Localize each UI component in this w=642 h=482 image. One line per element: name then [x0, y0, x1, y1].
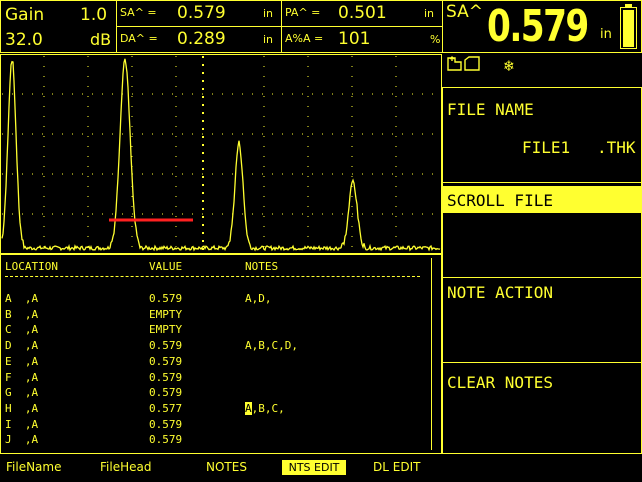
pa-unit: in — [424, 7, 435, 20]
table-row[interactable]: E ,A 0.579 — [1, 355, 421, 370]
file-name-panel[interactable]: FILE NAME FILE1 .THK — [442, 87, 642, 183]
file-name-value: FILE1 — [522, 138, 571, 157]
gain-panel[interactable]: Gain 1.0 32.0 dB — [0, 0, 117, 53]
sa-value: 0.579 — [177, 3, 226, 23]
table-row[interactable]: J ,A 0.579 — [1, 433, 421, 448]
row-location: I ,A — [5, 417, 39, 431]
sa-unit: in — [263, 7, 274, 20]
table-row[interactable]: G ,A 0.579 — [1, 386, 421, 401]
menu-file-name[interactable]: FileName — [6, 460, 61, 474]
big-unit: in — [600, 27, 612, 42]
pa-value: 0.501 — [338, 3, 387, 23]
text-cursor: A — [245, 401, 252, 415]
table-row[interactable]: H ,A 0.577 A,B,C, — [1, 401, 421, 417]
menu-nts-edit[interactable]: NTS EDIT — [282, 460, 346, 475]
row-value: EMPTY — [149, 323, 183, 337]
da-label: DA^ = — [120, 32, 158, 45]
note-action-button[interactable]: NOTE ACTION — [442, 277, 642, 363]
note-action-label: NOTE ACTION — [447, 283, 553, 302]
sa-readout[interactable]: SA^ = 0.579 in — [116, 0, 282, 27]
da-value: 0.289 — [177, 29, 226, 49]
col-location-header: LOCATION — [5, 260, 58, 273]
big-label: SA^ — [446, 2, 483, 22]
notes-table[interactable]: LOCATION VALUE NOTES A ,A 0.579 A,D, B ,A EM… — [0, 254, 442, 454]
gain-unit: dB — [90, 30, 112, 49]
row-notes: A,B,C,D, — [245, 339, 298, 353]
gain-label: Gain — [5, 5, 45, 25]
file-extension: .THK — [597, 138, 636, 157]
table-row[interactable]: I ,A 0.579 — [1, 418, 421, 433]
big-value: 0.579 — [487, 1, 589, 52]
row-location: H ,A — [5, 401, 39, 415]
row-notes: A,D, — [245, 292, 272, 305]
pa-readout[interactable]: PA^ = 0.501 in — [281, 0, 443, 27]
file-name-label: FILE NAME — [447, 100, 534, 119]
row-notes-text: ,B,C, — [251, 401, 285, 415]
scroll-file-label: SCROLL FILE — [447, 191, 553, 210]
sa-label: SA^ = — [120, 6, 157, 19]
header-divider — [5, 276, 420, 277]
aa-readout[interactable]: A%A = 101 % — [281, 26, 443, 53]
pa-label: PA^ = — [285, 6, 321, 19]
table-scrollbar[interactable] — [431, 258, 432, 450]
scroll-file-button[interactable]: SCROLL FILE — [442, 182, 642, 278]
row-location: G ,A — [5, 386, 39, 400]
aa-unit: % — [430, 33, 441, 46]
table-row[interactable]: D ,A 0.579 A,B,C,D, — [1, 339, 421, 354]
row-location: C ,A — [5, 323, 39, 337]
row-value: 0.577 — [149, 401, 183, 415]
row-location: B ,A — [5, 307, 39, 321]
file-icon — [447, 56, 481, 76]
row-value: 0.579 — [149, 339, 183, 353]
aa-value: 101 — [338, 29, 371, 49]
big-readout: SA^ 0.579 in — [442, 0, 642, 53]
da-readout[interactable]: DA^ = 0.289 in — [116, 26, 282, 53]
row-location: D ,A — [5, 339, 39, 353]
row-value: 0.579 — [149, 292, 183, 305]
row-value: 0.579 — [149, 354, 183, 368]
row-value: 0.579 — [149, 386, 183, 400]
row-value: 0.579 — [149, 417, 183, 431]
col-notes-header: NOTES — [245, 260, 279, 273]
row-location: A ,A — [5, 292, 39, 305]
table-row[interactable]: B ,A EMPTY — [1, 308, 421, 323]
row-notes[interactable]: A,B,C, — [245, 401, 285, 415]
da-unit: in — [263, 33, 274, 46]
row-location: E ,A — [5, 354, 39, 368]
table-row[interactable]: F ,A 0.579 — [1, 371, 421, 386]
ascan-display[interactable] — [0, 54, 442, 254]
menu-dl-edit[interactable]: DL EDIT — [373, 460, 420, 474]
row-location: J ,A — [5, 433, 39, 447]
row-location: F ,A — [5, 370, 39, 384]
table-row[interactable]: A ,A 0.579 A,D, — [1, 292, 421, 307]
menu-notes[interactable]: NOTES — [206, 460, 247, 474]
gain-step: 1.0 — [80, 5, 108, 25]
row-value: 0.579 — [149, 370, 183, 384]
row-value: 0.579 — [149, 433, 183, 447]
battery-icon — [620, 4, 637, 49]
freeze-icon: ❄ — [504, 56, 514, 75]
clear-notes-label: CLEAR NOTES — [447, 373, 553, 392]
menu-file-head[interactable]: FileHead — [100, 460, 151, 474]
table-row[interactable]: C ,A EMPTY — [1, 323, 421, 338]
gain-value: 32.0 — [5, 30, 43, 50]
col-value-header: VALUE — [149, 260, 183, 273]
ascan-trace — [1, 58, 441, 252]
aa-label: A%A = — [285, 32, 324, 45]
clear-notes-button[interactable]: CLEAR NOTES — [442, 362, 642, 454]
row-value: EMPTY — [149, 307, 183, 321]
